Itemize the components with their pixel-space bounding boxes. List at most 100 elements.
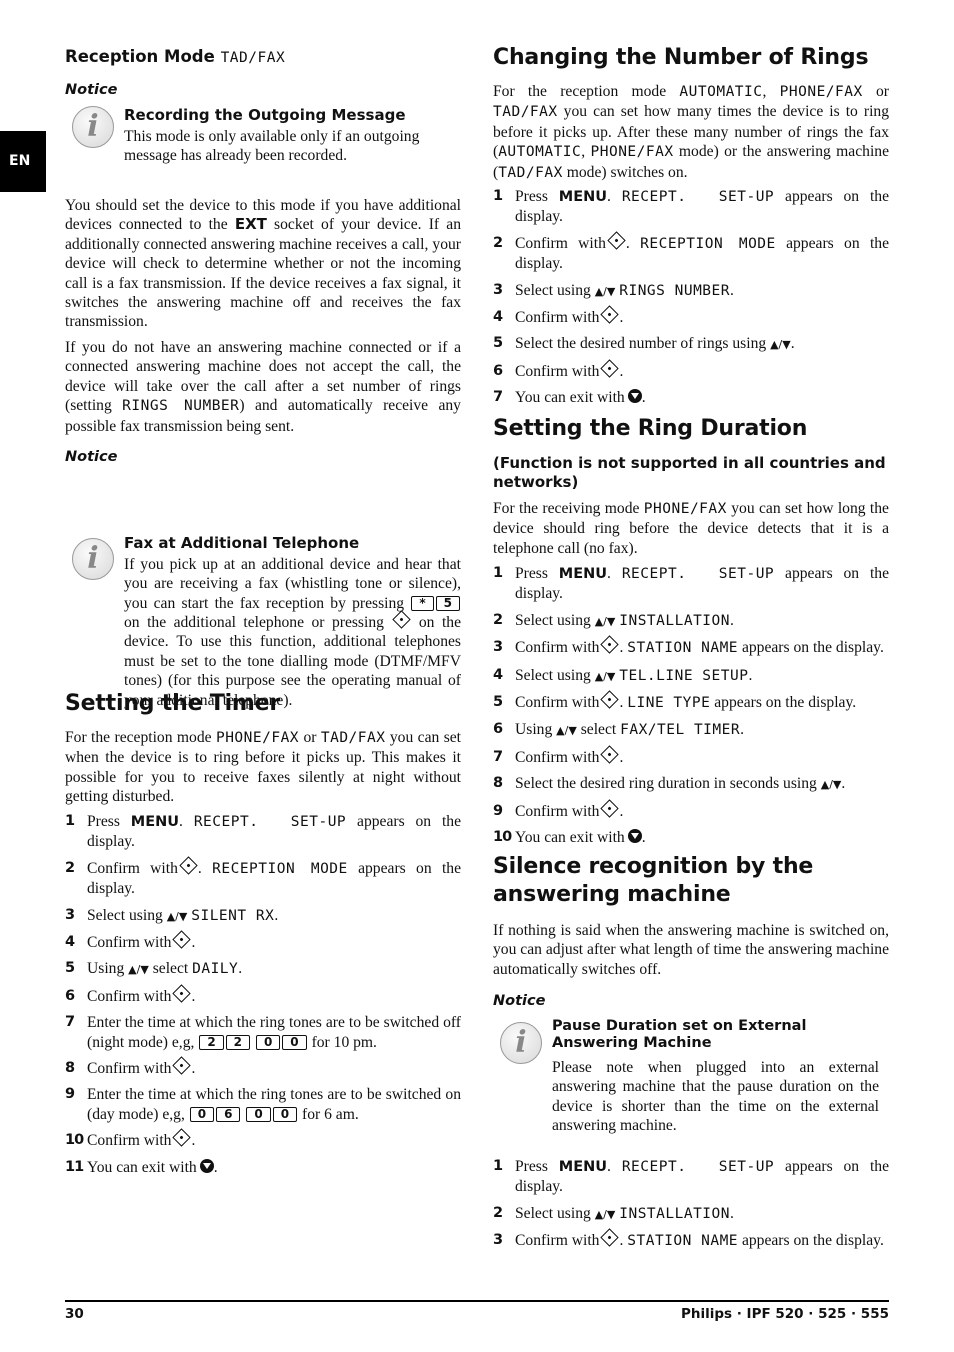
text: . [238,960,243,978]
ok-start-icon [392,610,412,629]
menu-key-label: MENU [130,814,180,830]
silence-steps: 1 Press MENU. RECEPT. SET-UP appears on t… [493,1157,889,1259]
text: Confirm with [515,234,606,252]
text: Press [515,1158,548,1175]
lcd-text: INSTALLATION [619,1205,730,1222]
notice-title: Fax at Additional Telephone [124,533,360,552]
text: Confirm with [87,859,178,877]
text: Select using [515,1204,591,1222]
lcd-text: PHONE/FAX [779,84,863,100]
notice-box: i Pause Duration set on External Answeri… [493,1018,889,1136]
step: 5 Using ▲/▼ select DAILY. [65,959,461,979]
step: 5 Select the desired number of rings usin… [493,334,889,354]
rings-steps: 1 Press MENU. RECEPT. SET-UP appears on t… [493,187,889,415]
menu-key-label: MENU [558,1159,608,1175]
text: Press [515,188,548,205]
text: . [841,775,846,793]
notice-box: i Fax at Additional Telephone If you pic… [65,534,461,710]
subheading: (Function is not supported in all countr… [493,454,886,491]
text: mode) switches on. [566,163,688,181]
text: . [619,694,624,712]
text: Using [87,960,125,978]
paragraph: If nothing is said when the answering ma… [493,922,889,978]
step: 3 Confirm with. STATION NAME appears on t… [493,1228,889,1251]
text: select [580,721,617,739]
step-number: 1 [493,188,504,204]
ok-start-icon [172,984,192,1003]
section-heading-rings: Changing the Number of Rings [493,45,869,70]
lcd-text: LINE TYPE [627,695,711,712]
up-down-arrows-icon: ▲/▼ [594,614,616,628]
notice-title: Pause Duration set on External Answering… [552,1018,807,1051]
text: Confirm with [515,639,600,657]
step-number: 2 [493,234,504,251]
text: appears on the display. [741,639,884,657]
text: . [619,1232,624,1250]
left-column: Reception Mode TAD/FAX Notice i Recordin… [65,0,461,1176]
menu-key-label: MENU [558,189,608,205]
text: Confirm with [515,1232,600,1250]
text: socket of your device. If an additionall… [65,216,461,331]
lcd-text: STATION NAME [627,1233,739,1250]
notice-label: Notice [65,82,118,98]
step: 9 Enter the time at which the ring tones … [65,1085,461,1124]
step: 4 Confirm with. [493,305,889,327]
step: 1 Press MENU. RECEPT. SET-UP appears on t… [65,812,461,852]
key-5: 5 [435,595,460,611]
step: 1 Press MENU. RECEPT. SET-UP appears on t… [493,564,889,604]
text: . [179,813,183,830]
step-number: 8 [493,775,504,792]
step: 7 You can exit with. [493,388,889,407]
menu-key-label: MENU [558,566,608,582]
ok-start-icon [172,1128,192,1147]
step-number: 3 [493,1232,504,1249]
step-number: 10 [65,1132,84,1149]
step: 4 Confirm with. [65,930,461,952]
key-digit: 0 [282,1034,307,1050]
lcd-text: TEL.LINE SETUP [619,667,749,684]
lcd-text: RECEPTION MODE [640,235,776,252]
ok-start-icon [600,798,620,818]
step: 8 Select the desired ring duration in sec… [493,774,889,794]
text: Select using [515,666,591,684]
lcd-text: RECEPT. SET-UP [621,1159,775,1175]
lcd-text: RINGS NUMBER [619,282,730,299]
ext-socket-label: EXT [234,215,267,234]
text: . [730,611,734,629]
step-number: 6 [493,721,504,738]
info-icon: i [72,537,114,580]
text: . [641,389,646,407]
lcd-text: RECEPT. SET-UP [193,814,347,830]
step-number: 4 [493,309,504,326]
step: 6 Using ▲/▼ select FAX/TEL TIMER. [493,720,889,740]
text: . [274,906,279,924]
page-number: 30 [65,1306,84,1322]
text: select [152,960,189,978]
ok-start-icon [179,856,198,875]
step: 11 You can exit with. [65,1158,461,1177]
text: . [213,1158,218,1176]
text: . [730,1204,734,1222]
text: . [191,1060,196,1078]
step: 3 Confirm with. STATION NAME appears on t… [493,635,889,658]
notice-text: Please note when plugged into an externa… [552,1059,879,1135]
notice-box: i Recording the Outgoing Message This mo… [65,106,461,166]
text: . [619,309,624,327]
lcd-text: PHONE/FAX [643,501,727,517]
ok-start-icon [600,635,620,654]
text: . [607,188,611,205]
key-star: * [411,595,434,611]
text: for 6 am. [302,1105,359,1123]
right-column: Changing the Number of Rings For the rec… [493,0,889,1249]
language-tab: EN [0,131,46,192]
paragraph: For the receiving mode PHONE/FAX you can… [493,499,889,558]
ok-start-icon [600,359,620,378]
key-digit: 0 [255,1034,281,1050]
timer-steps: 1 Press MENU. RECEPT. SET-UP appears on t… [65,812,461,1184]
step: 8 Confirm with. [65,1056,461,1078]
text: . [191,934,196,952]
section-heading-timer: Setting the Timer [65,691,281,716]
step-number: 5 [65,960,76,977]
text: For the reception mode [493,83,667,100]
step-number: 7 [65,1014,76,1031]
